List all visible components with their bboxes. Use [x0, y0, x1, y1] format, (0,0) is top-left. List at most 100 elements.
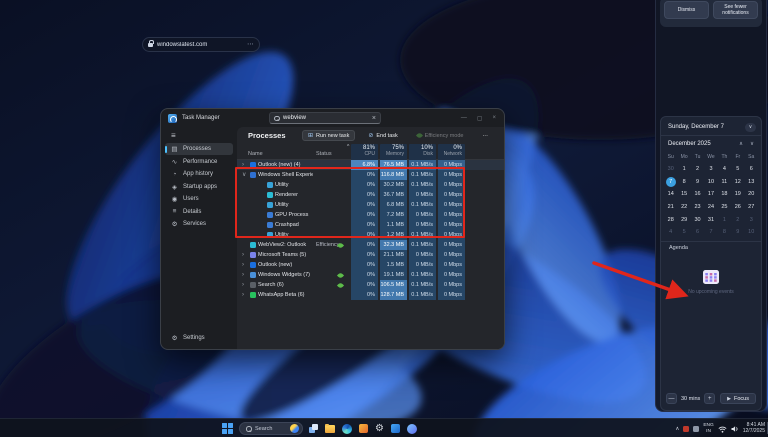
calendar-day[interactable]: 28 [664, 213, 677, 226]
wifi-icon[interactable] [718, 420, 727, 437]
tray-app-icon[interactable] [683, 426, 689, 432]
column-memory[interactable]: 75% Memory [380, 144, 407, 160]
search-input[interactable]: webview [283, 115, 368, 121]
sidebar-item-details[interactable]: ≡Details [165, 206, 233, 218]
dismiss-button[interactable]: Dismiss [664, 1, 709, 19]
calendar-day[interactable]: 16 [691, 188, 704, 201]
collapse-calendar-button[interactable]: ∨ [745, 123, 756, 132]
table-row[interactable]: ›Outlook (new)0%1.5 MB0 MB/s0 Mbps [237, 260, 504, 270]
run-new-task-button[interactable]: ⊞ Run new task [302, 130, 355, 141]
calendar-day[interactable]: 10 [704, 176, 717, 189]
clear-search-icon[interactable]: × [372, 115, 376, 122]
calendar-day[interactable]: 8 [718, 226, 731, 239]
calendar-day[interactable]: 20 [745, 188, 758, 201]
calendar-day[interactable]: 4 [718, 163, 731, 176]
task-view-icon[interactable] [309, 424, 318, 433]
expander-chevron-icon[interactable]: › [242, 270, 248, 280]
expander-chevron-icon[interactable]: › [242, 260, 248, 270]
end-task-button[interactable]: ⊘ End task [362, 130, 403, 141]
task-manager-search-box[interactable]: webview × [269, 112, 381, 124]
calendar-day[interactable]: 2 [691, 163, 704, 176]
expander-chevron-icon[interactable]: › [242, 250, 248, 260]
sidebar-item-users[interactable]: ◉Users [165, 193, 233, 205]
calendar-day[interactable]: 23 [691, 201, 704, 214]
calendar-day[interactable]: 7 [704, 226, 717, 239]
calendar-day[interactable]: 6 [691, 226, 704, 239]
sidebar-item-app-history[interactable]: ◔App history [165, 168, 233, 180]
previous-month-icon[interactable]: ∧ [739, 141, 743, 147]
table-row[interactable]: WebView2: OutlookEfficiency...0%32.3 MB0… [237, 240, 504, 250]
next-month-icon[interactable]: ∨ [750, 141, 754, 147]
calendar-day[interactable]: 3 [704, 163, 717, 176]
navigation-menu-icon[interactable]: ≡ [165, 130, 233, 140]
calendar-day[interactable]: 6 [745, 163, 758, 176]
taskbar-clock[interactable]: 8:41 AM 12/7/2025 [743, 423, 765, 435]
see-fewer-notifications-button[interactable]: See fewer notifications [713, 1, 758, 19]
address-bar-pill[interactable]: windowslatest.com ⋯ [142, 37, 260, 52]
calendar-day[interactable]: 1 [677, 163, 690, 176]
sidebar-item-startup-apps[interactable]: ◈Startup apps [165, 181, 233, 193]
calendar-day[interactable]: 15 [677, 188, 690, 201]
sidebar-item-settings[interactable]: ⚙ Settings [165, 332, 233, 344]
language-indicator[interactable]: ENG IN [703, 423, 713, 433]
expander-chevron-icon[interactable]: › [242, 280, 248, 290]
calendar-day[interactable]: 4 [664, 226, 677, 239]
calendar-day[interactable]: 9 [731, 226, 744, 239]
calendar-day[interactable]: 24 [704, 201, 717, 214]
calendar-day[interactable]: 22 [677, 201, 690, 214]
calendar-day[interactable]: 8 [677, 176, 690, 189]
taskbar-search-box[interactable]: Search [239, 422, 303, 435]
calendar-day[interactable]: 30 [664, 163, 677, 176]
calendar-day[interactable]: 27 [745, 201, 758, 214]
calendar-day[interactable]: 5 [677, 226, 690, 239]
column-name[interactable]: Name [248, 151, 263, 157]
calendar-day[interactable]: 10 [745, 226, 758, 239]
office-app-icon[interactable] [359, 424, 368, 433]
calendar-day[interactable]: 3 [745, 213, 758, 226]
settings-icon[interactable]: ⚙ [375, 424, 384, 434]
column-status[interactable]: Status [316, 151, 332, 157]
calendar-day[interactable]: 14 [664, 188, 677, 201]
calendar-day[interactable]: 7 [664, 176, 677, 189]
calendar-day[interactable]: 30 [691, 213, 704, 226]
calendar-day[interactable]: 13 [745, 176, 758, 189]
sidebar-item-services[interactable]: ⚙Services [165, 218, 233, 230]
minimize-button[interactable]: — [461, 115, 467, 121]
calendar-day[interactable]: 18 [718, 188, 731, 201]
calendar-day[interactable]: 29 [677, 213, 690, 226]
focus-decrease-button[interactable]: — [666, 393, 677, 404]
expander-chevron-icon[interactable]: › [242, 290, 248, 300]
calendar-day[interactable]: 21 [664, 201, 677, 214]
more-icon[interactable]: ⋯ [247, 41, 254, 48]
calendar-day[interactable]: 2 [731, 213, 744, 226]
copilot-icon[interactable] [407, 424, 417, 434]
table-row[interactable]: ›WhatsApp Beta (6)0%128.7 MB0.1 MB/s0 Mb… [237, 290, 504, 300]
table-header[interactable]: Name Status ^ 81% CPU 75% Memory 10% Dis… [237, 144, 504, 160]
calendar-day[interactable]: 1 [718, 213, 731, 226]
start-button[interactable] [222, 423, 233, 434]
calendar-day[interactable]: 31 [704, 213, 717, 226]
column-cpu[interactable]: 81% CPU [351, 144, 378, 160]
sidebar-item-processes[interactable]: ▤Processes [165, 143, 233, 155]
calendar-day[interactable]: 25 [718, 201, 731, 214]
table-row[interactable]: ›Windows Widgets (7)0%19.1 MB0.1 MB/s0 M… [237, 270, 504, 280]
calendar-day[interactable]: 26 [731, 201, 744, 214]
calendar-month-label[interactable]: December 2025 [668, 141, 711, 147]
sidebar-item-performance[interactable]: ∿Performance [165, 156, 233, 168]
more-options-button[interactable]: ⋯ [477, 130, 495, 141]
maximize-button[interactable]: ▢ [477, 115, 483, 122]
efficiency-mode-button[interactable]: Efficiency mode [411, 130, 470, 141]
focus-increase-button[interactable]: + [704, 393, 715, 404]
volume-icon[interactable] [731, 420, 739, 437]
file-explorer-icon[interactable] [325, 425, 335, 433]
column-disk[interactable]: 10% Disk [409, 144, 436, 160]
calendar-day[interactable]: 17 [704, 188, 717, 201]
outlook-app-icon[interactable] [391, 424, 400, 433]
edge-icon[interactable] [342, 424, 352, 434]
table-row[interactable]: ›Search (6)0%106.5 MB0.1 MB/s0 Mbps [237, 280, 504, 290]
tray-app-icon[interactable] [693, 426, 699, 432]
calendar-day[interactable]: 5 [731, 163, 744, 176]
focus-button[interactable]: ▶ Focus [720, 393, 756, 404]
table-row[interactable]: ›Microsoft Teams (5)0%21.1 MB0 MB/s0 Mbp… [237, 250, 504, 260]
calendar-day[interactable]: 9 [691, 176, 704, 189]
